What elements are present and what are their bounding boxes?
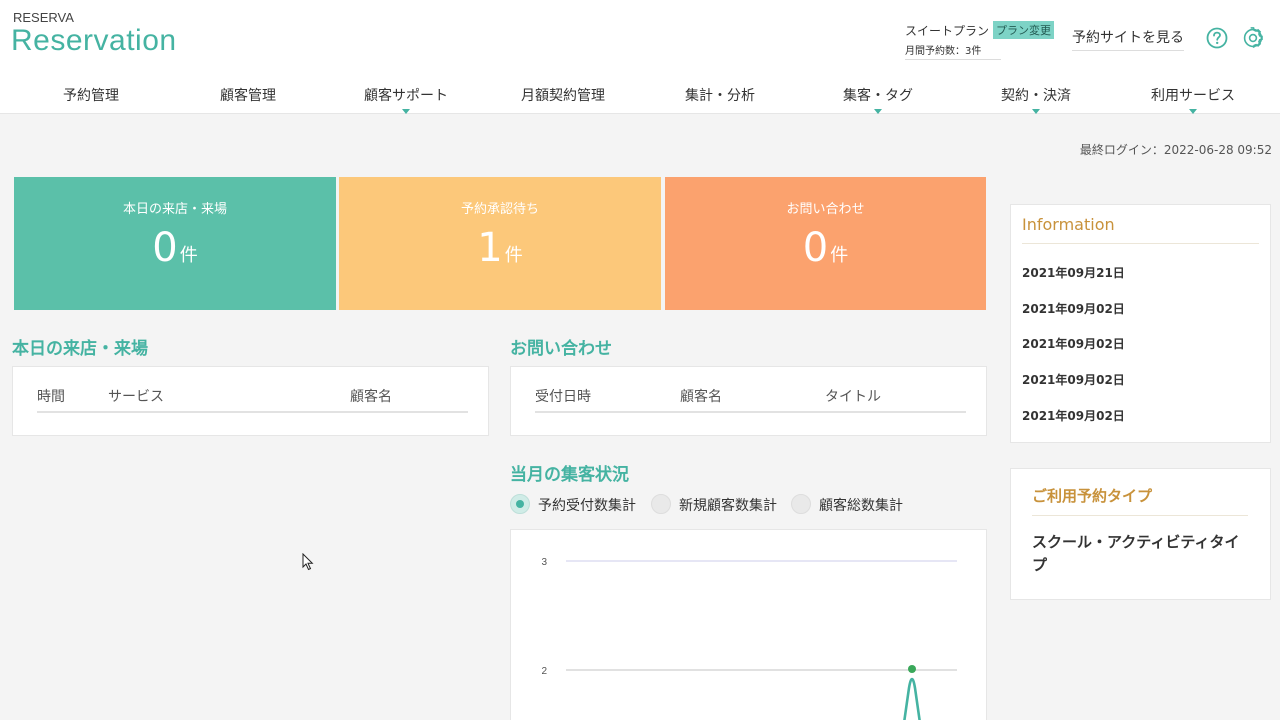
stat-label: 本日の来店・来場 bbox=[122, 202, 227, 217]
nav-services[interactable]: 利用サービス bbox=[1113, 78, 1273, 114]
radio-new-customers[interactable] bbox=[651, 494, 671, 514]
info-item[interactable]: 2021年09月02日 bbox=[1022, 407, 1125, 424]
mouse-cursor-icon bbox=[302, 552, 314, 571]
nav-contract-payment[interactable]: 契約・決済 bbox=[956, 78, 1116, 114]
radio-label: 顧客総数集計 bbox=[819, 498, 903, 514]
nav-label: 顧客管理 bbox=[220, 88, 276, 104]
nav-marketing-tags[interactable]: 集客・タグ bbox=[798, 78, 958, 114]
table-header-divider bbox=[37, 411, 468, 413]
nav-label: 顧客サポート bbox=[364, 88, 448, 104]
stat-card-visits[interactable]: 本日の来店・来場 0件 bbox=[14, 177, 336, 310]
radio-total-customers[interactable] bbox=[791, 494, 811, 514]
info-item[interactable]: 2021年09月02日 bbox=[1022, 335, 1125, 352]
nav-analytics[interactable]: 集計・分析 bbox=[640, 78, 800, 114]
question-circle-icon[interactable] bbox=[1206, 27, 1228, 49]
plan-change-button[interactable]: プラン変更 bbox=[993, 21, 1055, 39]
reservation-type-value: スクール・アクティビティタイプ bbox=[1032, 533, 1240, 574]
view-reservation-site-link[interactable]: 予約サイトを見る bbox=[1072, 27, 1184, 51]
table-header-divider bbox=[535, 411, 966, 413]
column-header-customer: 顧客名 bbox=[350, 389, 392, 405]
caret-down-icon bbox=[874, 109, 882, 114]
caret-down-icon bbox=[402, 109, 410, 114]
column-header-received: 受付日時 bbox=[535, 389, 591, 405]
column-header-customer: 顧客名 bbox=[680, 389, 722, 405]
nav-label: 集計・分析 bbox=[685, 88, 755, 104]
information-panel: Information 2021年09月21日 2021年09月02日 2021… bbox=[1010, 204, 1271, 443]
radio-reservations[interactable] bbox=[510, 494, 530, 514]
caret-down-icon bbox=[1032, 109, 1040, 114]
visits-section-title: 本日の来店・来場 bbox=[12, 339, 148, 359]
column-header-time: 時間 bbox=[37, 389, 65, 405]
stat-value: 1 bbox=[477, 225, 503, 271]
logo-small: RESERVA bbox=[13, 10, 74, 25]
stat-unit: 件 bbox=[504, 245, 523, 266]
stat-label: お問い合わせ bbox=[786, 202, 865, 217]
plan-info: スイートプラン プラン変更 月間予約数：3件 bbox=[905, 20, 1055, 60]
stat-unit: 件 bbox=[830, 245, 849, 266]
plan-name: スイートプラン bbox=[905, 24, 990, 38]
y-tick-label: 3 bbox=[541, 557, 547, 568]
nav-customer-support[interactable]: 顧客サポート bbox=[326, 78, 486, 114]
information-title: Information bbox=[1022, 215, 1115, 234]
y-tick-label: 2 bbox=[541, 666, 547, 677]
header: RESERVA Reservation スイートプラン プラン変更 月間予約数：3… bbox=[0, 0, 1280, 78]
column-header-service: サービス bbox=[108, 389, 164, 405]
inquiry-section-title: お問い合わせ bbox=[510, 339, 612, 359]
visits-table: 時間 サービス 顧客名 bbox=[12, 366, 489, 436]
column-header-title: タイトル bbox=[825, 389, 881, 405]
stat-card-inquiries[interactable]: お問い合わせ 0件 bbox=[665, 177, 986, 310]
logo[interactable]: Reservation bbox=[11, 24, 177, 58]
monthly-reservation-count: 月間予約数：3件 bbox=[905, 42, 1001, 60]
stat-value: 0 bbox=[152, 225, 178, 271]
nav-monthly-contract[interactable]: 月額契約管理 bbox=[483, 78, 643, 114]
divider bbox=[1032, 515, 1248, 516]
series-line bbox=[903, 677, 921, 720]
monthly-section-title: 当月の集客状況 bbox=[510, 465, 629, 485]
nav-label: 契約・決済 bbox=[1001, 88, 1071, 104]
nav-label: 利用サービス bbox=[1151, 88, 1235, 104]
reservation-type-panel: ご利用予約タイプ スクール・アクティビティタイプ bbox=[1010, 468, 1271, 600]
caret-down-icon bbox=[1189, 109, 1197, 114]
stat-unit: 件 bbox=[179, 245, 198, 266]
reservation-type-title: ご利用予約タイプ bbox=[1032, 487, 1153, 505]
monthly-chart: 3 2 bbox=[510, 529, 987, 720]
nav-label: 月額契約管理 bbox=[521, 88, 605, 104]
stat-value: 0 bbox=[802, 225, 829, 271]
info-item[interactable]: 2021年09月02日 bbox=[1022, 371, 1125, 388]
info-item[interactable]: 2021年09月02日 bbox=[1022, 300, 1125, 317]
radio-label: 予約受付数集計 bbox=[538, 498, 636, 514]
nav-reservation-management[interactable]: 予約管理 bbox=[11, 78, 171, 114]
gear-icon[interactable] bbox=[1242, 27, 1264, 49]
nav-customer-management[interactable]: 顧客管理 bbox=[168, 78, 328, 114]
last-login: 最終ログイン：2022-06-28 09:52 bbox=[1079, 143, 1272, 157]
nav-label: 予約管理 bbox=[63, 88, 119, 104]
stat-label: 予約承認待ち bbox=[460, 202, 539, 217]
nav-label: 集客・タグ bbox=[843, 88, 913, 104]
data-point bbox=[908, 665, 916, 673]
radio-label: 新規顧客数集計 bbox=[679, 498, 777, 514]
stat-card-pending[interactable]: 予約承認待ち 1件 bbox=[339, 177, 661, 310]
main-nav: 予約管理 顧客管理 顧客サポート 月額契約管理 集計・分析 集客・タグ 契約・決… bbox=[0, 78, 1280, 114]
inquiry-table: 受付日時 顧客名 タイトル bbox=[510, 366, 987, 436]
chart-svg: 3 2 bbox=[541, 557, 957, 720]
divider bbox=[1022, 243, 1259, 244]
info-item[interactable]: 2021年09月21日 bbox=[1022, 264, 1125, 281]
